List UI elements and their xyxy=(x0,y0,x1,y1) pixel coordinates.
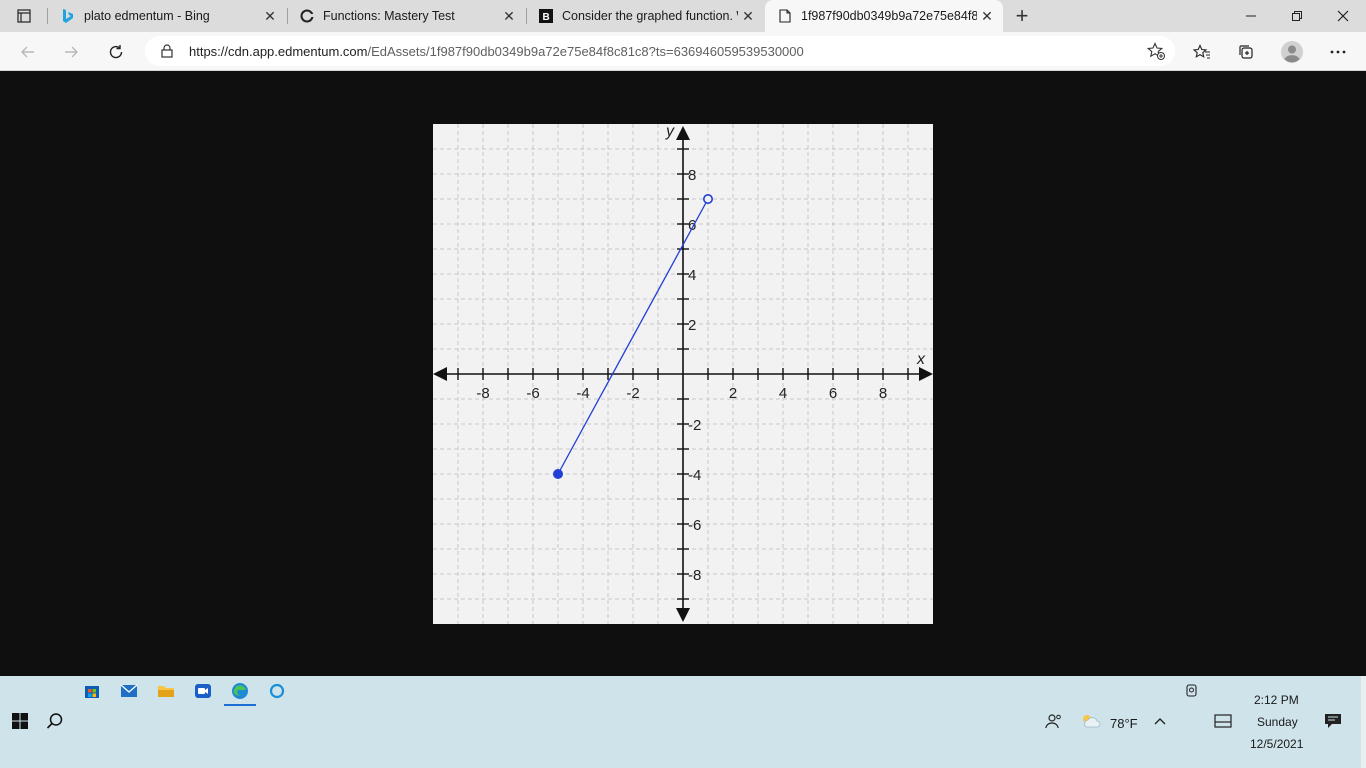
tab-title: Functions: Mastery Test xyxy=(323,9,455,23)
tab-consider-graphed-function[interactable]: B Consider the graphed function. W ✕ xyxy=(526,0,764,32)
open-endpoint xyxy=(702,194,713,205)
y-tick-label: 2 xyxy=(688,317,696,334)
cortana-icon[interactable] xyxy=(265,679,289,703)
url-host: https://cdn.app.edmentum.com xyxy=(189,43,368,59)
taskbar-edge-strip xyxy=(1361,676,1366,768)
url-text[interactable]: https://cdn.app.edmentum.com/EdAssets/1f… xyxy=(189,44,804,59)
coordinate-graph: -8 -6 -4 -2 2 4 6 8 8 6 4 2 -2 -4 -6 -8 x y xyxy=(433,123,933,624)
y-tick-label: -2 xyxy=(688,417,701,434)
profile-avatar[interactable] xyxy=(1277,37,1307,67)
x-tick-label: 2 xyxy=(729,385,737,402)
x-tick-label: -6 xyxy=(526,385,539,402)
tab-active-document[interactable]: 1f987f90db0349b9a72e75e84f8c ✕ xyxy=(765,0,1003,32)
tick-labels: -8 -6 -4 -2 2 4 6 8 8 6 4 2 -2 -4 -6 -8 xyxy=(476,167,887,584)
more-options-icon[interactable] xyxy=(1323,37,1353,67)
tab-functions-mastery-test[interactable]: Functions: Mastery Test ✕ xyxy=(287,0,525,32)
x-axis-label: x xyxy=(916,351,926,368)
video-camera-icon[interactable] xyxy=(191,679,215,703)
edge-browser-icon[interactable] xyxy=(228,679,252,703)
close-icon[interactable]: ✕ xyxy=(738,6,758,26)
close-icon[interactable]: ✕ xyxy=(499,6,519,26)
notifications-icon[interactable] xyxy=(1321,709,1345,733)
add-favorite-icon[interactable] xyxy=(1146,42,1165,60)
y-axis-bottom-arrow xyxy=(676,608,690,622)
mail-icon[interactable] xyxy=(117,679,141,703)
closed-endpoint xyxy=(553,469,563,479)
clock-time[interactable]: 2:12 PM xyxy=(1254,693,1299,707)
store-icon[interactable] xyxy=(80,679,104,703)
people-icon[interactable] xyxy=(1042,709,1066,733)
y-tick-label: 6 xyxy=(688,217,696,234)
bing-icon xyxy=(60,8,76,24)
chevron-up-icon[interactable] xyxy=(1148,709,1172,733)
collections-icon[interactable] xyxy=(1231,37,1261,67)
window-close-icon[interactable] xyxy=(1320,0,1366,32)
favorites-icon[interactable] xyxy=(1187,37,1217,67)
x-axis-right-arrow xyxy=(919,367,933,381)
x-tick-label: 6 xyxy=(829,385,837,402)
browser-toolbar: https://cdn.app.edmentum.com/EdAssets/1f… xyxy=(0,32,1366,71)
graph-canvas: -8 -6 -4 -2 2 4 6 8 8 6 4 2 -2 -4 -6 -8 x y xyxy=(433,123,933,624)
brainly-icon: B xyxy=(538,8,554,24)
meet-now-icon[interactable] xyxy=(1180,679,1204,703)
new-tab-icon[interactable]: + xyxy=(1010,3,1034,28)
edge-active-indicator xyxy=(224,704,256,706)
close-icon[interactable]: ✕ xyxy=(977,6,997,26)
x-tick-label: -4 xyxy=(576,385,589,402)
clock-day[interactable]: Sunday xyxy=(1257,715,1298,729)
edmentum-icon xyxy=(299,8,315,24)
tab-title: plato edmentum - Bing xyxy=(84,9,210,23)
windows-start-icon[interactable] xyxy=(8,709,32,733)
weather-temperature[interactable]: 78°F xyxy=(1110,716,1138,731)
x-tick-label: 8 xyxy=(879,385,887,402)
restore-icon[interactable] xyxy=(1274,0,1320,32)
y-tick-label: 4 xyxy=(688,267,696,284)
y-tick-label: -4 xyxy=(688,467,701,484)
svg-text:B: B xyxy=(543,12,550,23)
file-explorer-icon[interactable] xyxy=(154,679,178,703)
tab-bing[interactable]: plato edmentum - Bing ✕ xyxy=(48,0,286,32)
refresh-icon[interactable] xyxy=(101,37,131,67)
tab-title: 1f987f90db0349b9a72e75e84f8c xyxy=(801,9,977,23)
address-bar[interactable]: https://cdn.app.edmentum.com/EdAssets/1f… xyxy=(145,36,1175,66)
url-path: /EdAssets/1f987f90db0349b9a72e75e84f8c81… xyxy=(367,43,804,59)
close-icon[interactable]: ✕ xyxy=(260,6,280,26)
y-tick-label: -8 xyxy=(688,567,701,584)
search-icon[interactable] xyxy=(43,709,67,733)
y-axis-top-arrow xyxy=(676,126,690,140)
x-axis-left-arrow xyxy=(433,367,447,381)
y-tick-label: 8 xyxy=(688,167,696,184)
tab-actions-icon[interactable] xyxy=(10,6,38,26)
lock-icon[interactable] xyxy=(159,43,175,59)
weather-cloud-icon[interactable] xyxy=(1079,709,1103,733)
clock-date[interactable]: 12/5/2021 xyxy=(1250,737,1303,751)
taskbar: 78°F 2:12 PM Sunday 12/5/2021 xyxy=(0,676,1366,768)
x-tick-label: -8 xyxy=(476,385,489,402)
tab-strip: plato edmentum - Bing ✕ Functions: Maste… xyxy=(0,0,1366,32)
document-icon xyxy=(777,8,793,24)
forward-arrow-icon[interactable] xyxy=(56,37,86,67)
page-content: -8 -6 -4 -2 2 4 6 8 8 6 4 2 -2 -4 -6 -8 x y xyxy=(0,71,1366,676)
tablet-mode-icon[interactable] xyxy=(1211,709,1235,733)
tab-title: Consider the graphed function. W xyxy=(562,9,738,23)
x-tick-label: -2 xyxy=(626,385,639,402)
minimize-icon[interactable] xyxy=(1228,0,1274,32)
x-tick-label: 4 xyxy=(779,385,787,402)
back-arrow-icon[interactable] xyxy=(13,37,43,67)
y-axis-label: y xyxy=(665,124,675,140)
y-tick-label: -6 xyxy=(688,517,701,534)
